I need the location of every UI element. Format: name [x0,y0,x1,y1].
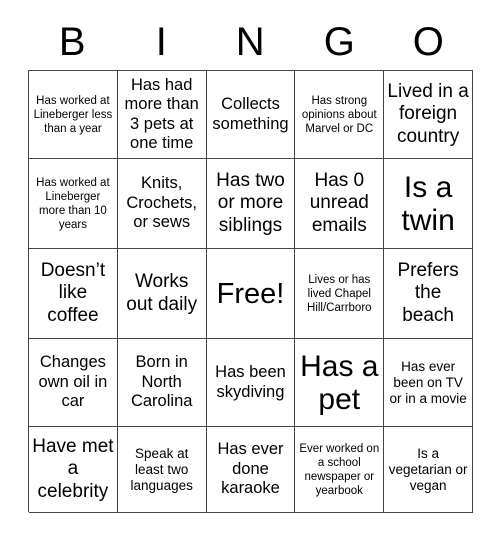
bingo-cell-b4[interactable]: Changes own oil in car [29,339,118,427]
bingo-cell-label: Has worked at Lineberger less than a yea… [33,94,113,135]
bingo-cell-i1[interactable]: Has had more than 3 pets at one time [117,71,207,159]
bingo-cell-label: Has strong opinions about Marvel or DC [301,94,377,135]
bingo-cell-o5[interactable]: Is a vegetarian or vegan [384,427,473,513]
bingo-cell-o4[interactable]: Has ever been on TV or in a movie [384,339,473,427]
bingo-cell-label: Changes own oil in car [38,353,108,411]
bingo-cell-n5[interactable]: Has ever done karaoke [206,427,296,513]
bingo-header-letter-b: B [58,20,87,64]
bingo-cell-label: Knits, Crochets, or sews [126,174,197,232]
bingo-cell-b1[interactable]: Has worked at Lineberger less than a yea… [29,71,118,159]
bingo-cell-label: Speak at least two languages [130,445,193,493]
bingo-header-letter-n: N [235,20,266,64]
bingo-cell-n2[interactable]: Has two or more siblings [206,159,296,249]
bingo-cell-g5[interactable]: Ever worked on a school newspaper or yea… [295,427,385,513]
bingo-cell-b3[interactable]: Doesn’t like coffee [29,249,118,339]
bingo-cell-label: Is a vegetarian or vegan [388,445,468,493]
bingo-cell-label: Ever worked on a school newspaper or yea… [299,442,380,497]
bingo-cell-o1[interactable]: Lived in a foreign country [384,71,473,159]
bingo-cell-o2[interactable]: Is a twin [384,159,473,249]
bingo-header-letter-o: O [412,20,445,64]
bingo-cell-g1[interactable]: Has strong opinions about Marvel or DC [295,71,385,159]
bingo-cell-label: Prefers the beach [397,259,459,326]
bingo-header-row: B I N G O [28,14,473,70]
bingo-cell-label: Has a pet [300,349,379,416]
bingo-cell-label: Born in North Carolina [130,353,193,411]
bingo-cell-n1[interactable]: Collects something [206,71,296,159]
bingo-cell-g2[interactable]: Has 0 unread emails [295,159,385,249]
bingo-cell-label: Doesn’t like coffee [40,259,106,326]
bingo-grid: Has worked at Lineberger less than a yea… [28,70,473,513]
bingo-cell-g4[interactable]: Has a pet [295,339,385,427]
bingo-cell-o3[interactable]: Prefers the beach [384,249,473,339]
bingo-cell-i4[interactable]: Born in North Carolina [117,339,207,427]
bingo-cell-g3[interactable]: Lives or has lived Chapel Hill/Carrboro [295,249,385,339]
free-space-label: Free! [216,277,285,310]
bingo-header-letter-i: I [155,20,168,64]
bingo-cell-i3[interactable]: Works out daily [117,249,207,339]
bingo-cell-label: Have met a celebrity [32,435,114,502]
bingo-cell-label: Has ever been on TV or in a movie [389,358,467,406]
bingo-cell-b5[interactable]: Have met a celebrity [29,427,118,513]
bingo-cell-free-space[interactable]: Free! [206,249,296,339]
bingo-cell-label: Has ever done karaoke [217,440,284,498]
bingo-cell-i2[interactable]: Knits, Crochets, or sews [117,159,207,249]
bingo-cell-label: Has worked at Lineberger more than 10 ye… [36,176,110,231]
bingo-header-letter-g: G [323,20,356,64]
bingo-cell-label: Lives or has lived Chapel Hill/Carrboro [307,273,372,314]
bingo-cell-label: Works out daily [126,271,198,315]
bingo-cell-label: Is a twin [401,170,455,237]
bingo-cell-label: Collects something [212,95,289,133]
bingo-cell-label: Has 0 unread emails [309,169,369,236]
bingo-cell-label: Has been skydiving [215,363,286,401]
bingo-cell-label: Lived in a foreign country [387,80,469,147]
bingo-cell-b2[interactable]: Has worked at Lineberger more than 10 ye… [29,159,118,249]
bingo-cell-label: Has two or more siblings [216,169,285,236]
bingo-cell-i5[interactable]: Speak at least two languages [117,427,207,513]
bingo-card: B I N G O Has worked at Lineberger less … [0,0,500,544]
bingo-cell-n4[interactable]: Has been skydiving [206,339,296,427]
bingo-cell-label: Has had more than 3 pets at one time [124,75,199,153]
